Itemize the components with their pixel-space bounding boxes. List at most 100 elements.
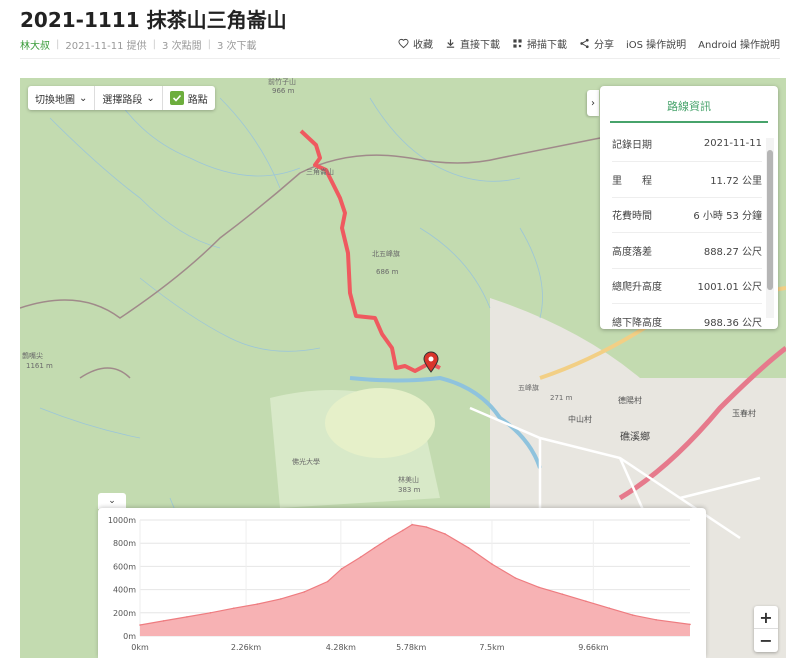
- heart-icon: [398, 38, 409, 49]
- map-label-lin: 林美山: [398, 475, 419, 484]
- share-button[interactable]: 分享: [579, 36, 614, 51]
- elevation-point: [387, 537, 390, 540]
- elevation-chart[interactable]: 1000m 800m 600m 400m 200m 0m 0km 2.26km 4.28km 5.…: [98, 508, 706, 658]
- waypoints-label: 路點: [187, 94, 208, 106]
- info-scrollbar[interactable]: [766, 138, 774, 318]
- y-tick-label: 1000m: [108, 516, 136, 525]
- elevation-point: [373, 547, 376, 549]
- map-label-peak-north: 前竹子山: [268, 78, 296, 86]
- x-tick-label: 4.28km: [326, 643, 356, 652]
- x-tick-label: 9.66km: [578, 643, 608, 652]
- header-divider: [20, 58, 780, 59]
- route-info-value: 1001.01 公尺: [697, 282, 762, 293]
- elevation-point: [444, 533, 446, 535]
- map-label-yuchun: 玉春村: [732, 408, 756, 418]
- elevation-point: [631, 614, 634, 616]
- elevation-point: [303, 591, 305, 593]
- elevation-point: [162, 620, 165, 622]
- elevation-point: [514, 577, 517, 579]
- scrollbar-thumb[interactable]: [767, 150, 773, 290]
- elevation-point: [256, 603, 259, 605]
- elevation-point: [538, 586, 540, 589]
- x-tick-label: 2.26km: [231, 643, 261, 652]
- elevation-point: [608, 607, 611, 609]
- route-info-value: 11.72 公里: [710, 175, 762, 187]
- favorite-label: 收藏: [412, 40, 433, 51]
- map-label-left-peak: 鵲嘴尖: [22, 351, 43, 360]
- route-info-label: 花費時間: [612, 211, 652, 222]
- elevation-point: [359, 556, 362, 558]
- map-label-lin-elev: 383 m: [398, 486, 421, 494]
- y-tick-label: 800m: [113, 539, 136, 548]
- switch-map-dropdown[interactable]: 切換地圖 ⌄: [28, 86, 96, 110]
- meta-separator: |: [207, 39, 211, 50]
- scan-download-button[interactable]: 掃描下載: [512, 36, 567, 51]
- route-info-label: 總下降高度: [612, 317, 662, 329]
- map-label-university: 佛光大學: [292, 457, 320, 466]
- chevron-down-icon: ⌄: [146, 92, 155, 104]
- x-tick-label: 5.78km: [396, 643, 426, 652]
- elevation-profile-panel: 1000m 800m 600m 400m 200m 0m 0km 2.26km 4.28km 5.…: [98, 508, 706, 658]
- y-tick-label: 400m: [113, 586, 136, 595]
- share-icon: [580, 38, 589, 49]
- page-title: 2021-1111 抹茶山三角崙山: [20, 8, 287, 32]
- route-info-row: 總爬升高度 1001.01 公尺: [612, 268, 762, 304]
- route-info-label: 里 程: [612, 175, 652, 187]
- favorite-button[interactable]: 收藏: [398, 36, 433, 51]
- meta-separator: |: [152, 39, 157, 50]
- route-info-value: 988.36 公尺: [703, 317, 762, 329]
- route-info-heading: 路線資訊: [610, 98, 768, 123]
- map-label-beiwufeng: 北五峰旗: [372, 249, 400, 258]
- x-tick-label: 7.5km: [479, 643, 504, 652]
- route-info-row: 記錄日期 2021-11-11: [612, 126, 762, 162]
- route-info-panel: 路線資訊 記錄日期 2021-11-11 里 程 11.72 公里花費時間 6 小時 5…: [600, 86, 778, 329]
- route-info-row: 高度落差 888.27 公尺: [612, 233, 762, 269]
- select-section-dropdown[interactable]: 選擇路段 ⌄: [95, 86, 163, 110]
- qrcode-icon: [513, 39, 522, 48]
- route-info-value: 6 小時 53 分鐘: [693, 211, 762, 222]
- scan-download-label: 掃描下載: [526, 40, 567, 51]
- elevation-point: [186, 616, 188, 618]
- meta-line: 林大叔 | 2021-11-11 提供 | 3 次點閱 | 3 次下載: [20, 37, 257, 52]
- direct-download-label: 直接下載: [459, 40, 500, 51]
- elevation-point: [341, 567, 343, 570]
- direct-download-button[interactable]: 直接下載: [445, 36, 500, 51]
- elevation-area: [140, 524, 690, 636]
- android-guide-link[interactable]: Android 操作說明: [698, 36, 780, 51]
- map-label-sanjiaolun: 三角崙山: [306, 167, 334, 176]
- map-label-beiwufeng-elev: 686 m: [376, 268, 399, 276]
- route-info-row: 總下降高度 988.36 公尺: [612, 304, 762, 330]
- chevron-down-icon: ⌄: [79, 92, 88, 104]
- author-link[interactable]: 林大叔: [20, 37, 50, 52]
- elevation-point: [411, 523, 414, 526]
- elevation-point: [585, 600, 587, 602]
- y-tick-label: 0m: [123, 632, 136, 641]
- map-pin-icon[interactable]: [423, 351, 439, 377]
- elevation-point: [209, 612, 212, 614]
- select-section-label: 選擇路段: [102, 94, 143, 106]
- y-tick-label: 200m: [113, 609, 136, 618]
- elevation-toggle-button[interactable]: ⌄: [98, 493, 126, 509]
- elevation-point: [425, 526, 428, 528]
- view-count: 3 次點閱: [162, 41, 202, 52]
- ios-guide-link[interactable]: iOS 操作說明: [626, 36, 686, 51]
- route-info-label: 記錄日期: [612, 140, 652, 151]
- map-label-peak-north-elev: 966 m: [272, 87, 295, 95]
- meta-separator: |: [56, 39, 60, 50]
- waypoints-toggle[interactable]: 路點: [163, 86, 215, 110]
- map-toolbar: 切換地圖 ⌄ 選擇路段 ⌄ 路點: [28, 86, 215, 110]
- zoom-in-button[interactable]: +: [754, 606, 778, 629]
- zoom-control: + −: [754, 606, 778, 652]
- collapse-panel-button[interactable]: ›: [587, 90, 599, 116]
- map-label-jiaoxi: 礁溪鄉: [620, 430, 650, 443]
- route-info-value: 2021-11-11: [703, 138, 762, 149]
- map-label-left-peak-elev: 1161 m: [26, 362, 53, 370]
- route-info-label: 高度落差: [612, 246, 652, 258]
- zoom-out-button[interactable]: −: [754, 629, 778, 652]
- map-label-wufeng-elev: 271 m: [550, 394, 573, 402]
- elevation-point: [402, 529, 404, 532]
- map-label-zhongshan: 中山村: [568, 414, 592, 424]
- elevation-point: [233, 607, 235, 609]
- map-view[interactable]: 前竹子山 966 m 三角崙山 北五峰旗 686 m 鵲嘴尖 1161 m 礁溪…: [20, 78, 786, 658]
- elevation-point: [467, 547, 470, 549]
